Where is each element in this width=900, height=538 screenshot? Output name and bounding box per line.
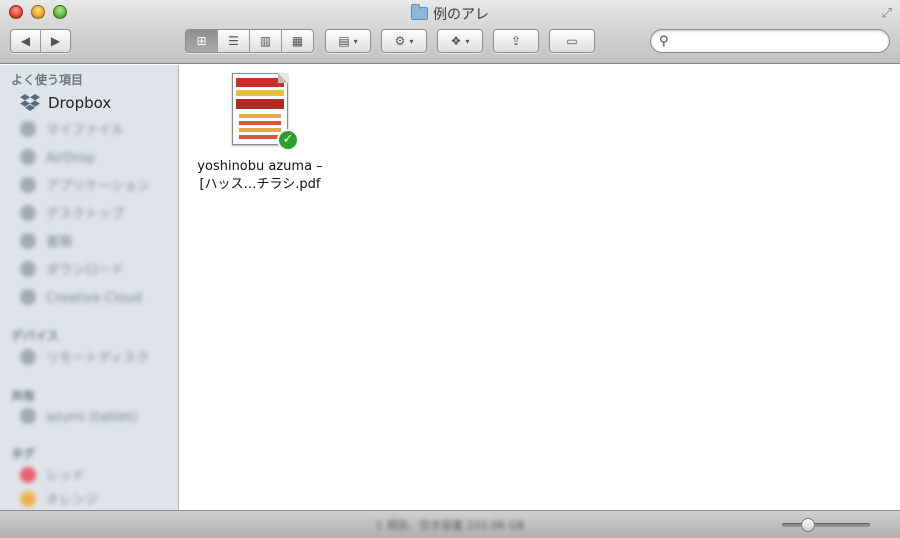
fullscreen-icon[interactable]: ⤢ [882, 6, 892, 21]
documents-icon [20, 233, 36, 249]
chevron-down-icon: ▾ [409, 37, 414, 46]
sidebar-item-blurred[interactable]: AirDrop [20, 148, 175, 170]
applications-icon [20, 177, 36, 193]
arrange-button[interactable]: ▤ ▾ [325, 29, 371, 53]
airdrop-icon [20, 149, 36, 165]
sidebar-item-label: Dropbox [48, 94, 112, 112]
search-input[interactable] [677, 33, 877, 49]
thumb-band [236, 78, 284, 87]
sidebar-item-label: アプリケーション [46, 179, 150, 194]
sidebar-item-label: Creative Cloud [46, 291, 142, 306]
sidebar: よく使う項目 Dropbox マイファイル AirDrop アプリケーション デ… [0, 65, 179, 510]
sidebar-header-shared: 共有 [11, 389, 36, 403]
status-text: 1 項目、空き容量 222.06 GB [375, 519, 525, 532]
window-title: 例のアレ [0, 4, 900, 24]
sidebar-item-blurred[interactable]: アプリケーション [20, 176, 175, 198]
sidebar-item-blurred[interactable]: 書類 [20, 232, 175, 254]
view-column-button[interactable]: ▥ [250, 30, 282, 52]
sidebar-header-tags: タグ [11, 447, 36, 461]
computer-icon [20, 408, 36, 424]
cloud-icon [20, 289, 36, 305]
view-list-button[interactable]: ☰ [218, 30, 250, 52]
forward-button[interactable]: ▶ [41, 30, 70, 52]
sync-check-icon: ✓ [277, 129, 299, 151]
chevron-down-icon: ▾ [465, 37, 470, 46]
sidebar-item-label: AirDrop [46, 151, 96, 166]
pdf-thumbnail-icon: ✓ [232, 73, 299, 151]
arrange-icon: ▤ [338, 34, 350, 48]
dropbox-menu-button[interactable]: ❖ ▾ [437, 29, 483, 53]
back-button[interactable]: ◀ [11, 30, 41, 52]
search-icon: ⚲ [659, 34, 669, 49]
downloads-icon [20, 261, 36, 277]
folder-icon [411, 4, 428, 20]
folder-icon [20, 121, 36, 137]
tag-red-icon [20, 467, 36, 483]
titlebar: 例のアレ ⤢ ◀ ▶ ⊞ ☰ ▥ ▦ ▤ ▾ ⚙ ▾ ❖ ▾ ⇪ ▭ ⚲ [0, 0, 900, 64]
action-button[interactable]: ⚙ ▾ [381, 29, 427, 53]
page-fold [278, 73, 288, 83]
sidebar-item-label: ダウンロード [46, 263, 125, 278]
finder-window: 例のアレ ⤢ ◀ ▶ ⊞ ☰ ▥ ▦ ▤ ▾ ⚙ ▾ ❖ ▾ ⇪ ▭ ⚲ よく使… [0, 0, 900, 538]
tag-orange-icon [20, 491, 36, 507]
thumb-band [236, 90, 284, 96]
sidebar-item-blurred[interactable]: Creative Cloud [20, 288, 175, 310]
sidebar-item-blurred[interactable]: レッド [20, 466, 175, 488]
tags-button[interactable]: ▭ [549, 29, 595, 53]
file-name-line: yoshinobu azuma – [197, 159, 323, 174]
icon-size-slider[interactable] [782, 518, 870, 532]
file-name-line: [ハッス…チラシ.pdf [199, 177, 321, 192]
back-forward-control: ◀ ▶ [10, 29, 71, 53]
thumb-row [239, 135, 281, 139]
sidebar-item-label: 書類 [46, 235, 73, 250]
view-coverflow-button[interactable]: ▦ [282, 30, 313, 52]
sidebar-item-label: リモートディスク [46, 351, 150, 366]
file-browser-area[interactable]: ✓ yoshinobu azuma – [ハッス…チラシ.pdf [180, 65, 900, 510]
sidebar-item-label: azumi (tablet) [46, 410, 138, 425]
tag-icon: ▭ [566, 34, 578, 48]
share-button[interactable]: ⇪ [493, 29, 539, 53]
dropbox-icon [20, 94, 40, 111]
chevron-down-icon: ▾ [353, 37, 358, 46]
file-name[interactable]: yoshinobu azuma – [ハッス…チラシ.pdf [185, 158, 335, 194]
sidebar-item-label: マイファイル [46, 123, 125, 138]
sidebar-item-blurred[interactable]: オレンジ [20, 490, 175, 510]
thumb-row [239, 114, 281, 118]
view-mode-control: ⊞ ☰ ▥ ▦ [185, 29, 314, 53]
disc-icon [20, 349, 36, 365]
sidebar-header-devices: デバイス [11, 329, 59, 343]
sidebar-item-label: レッド [46, 469, 86, 484]
sidebar-item-blurred[interactable]: マイファイル [20, 120, 175, 142]
thumb-row [239, 128, 281, 132]
file-item[interactable]: ✓ yoshinobu azuma – [ハッス…チラシ.pdf [185, 73, 335, 194]
desktop-icon [20, 205, 36, 221]
sidebar-item-label: デスクトップ [46, 207, 125, 222]
view-icon-button[interactable]: ⊞ [186, 30, 218, 52]
sidebar-item-blurred[interactable]: azumi (tablet) [20, 407, 175, 429]
window-title-text: 例のアレ [433, 7, 489, 23]
sidebar-item-blurred[interactable]: リモートディスク [20, 348, 175, 370]
sidebar-item-label: オレンジ [46, 493, 99, 508]
sidebar-item-blurred[interactable]: デスクトップ [20, 204, 175, 226]
sidebar-item-blurred[interactable]: ダウンロード [20, 260, 175, 282]
slider-knob[interactable] [800, 518, 815, 532]
thumb-row [239, 121, 281, 125]
sidebar-header-favorites: よく使う項目 [11, 73, 84, 87]
dropbox-icon: ❖ [450, 34, 462, 48]
search-field[interactable]: ⚲ [650, 29, 890, 53]
thumb-band [236, 99, 284, 109]
status-bar: 1 項目、空き容量 222.06 GB [0, 510, 900, 538]
share-icon: ⇪ [510, 34, 522, 48]
gear-icon: ⚙ [394, 34, 406, 48]
sidebar-item-dropbox[interactable]: Dropbox [20, 92, 175, 114]
